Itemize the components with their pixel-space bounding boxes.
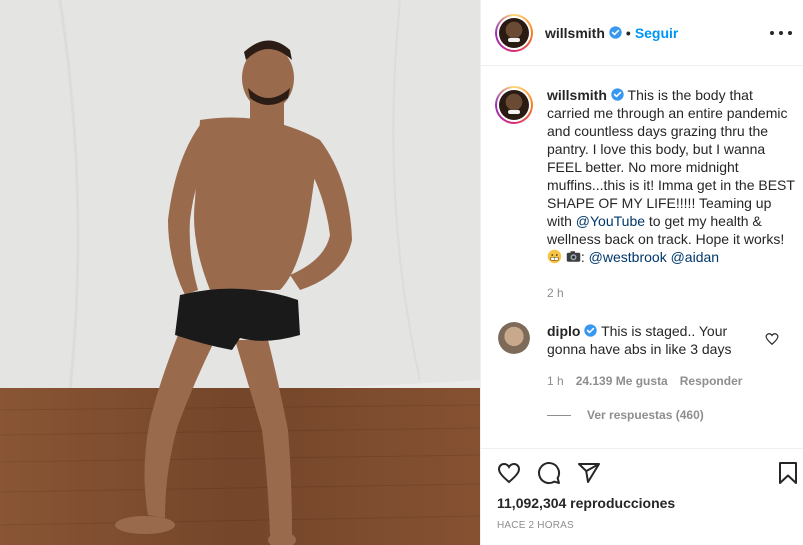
view-count[interactable]: 11,092,304 reproducciones xyxy=(497,495,675,511)
commenter-username[interactable]: diplo xyxy=(547,323,580,339)
comment-text: diplo This is staged.. Your gonna have a… xyxy=(547,322,757,358)
author-username[interactable]: willsmith xyxy=(545,25,605,41)
caption-text: willsmith This is the body that carried … xyxy=(547,86,795,266)
post-header: willsmith • Seguir xyxy=(481,0,803,66)
comment-likes[interactable]: 24.139 Me gusta xyxy=(576,374,668,388)
comment-item: diplo This is staged.. Your gonna have a… xyxy=(495,322,795,358)
camera-emoji-icon xyxy=(566,251,581,262)
caption-username[interactable]: willsmith xyxy=(547,87,607,103)
comments-section[interactable]: willsmith This is the body that carried … xyxy=(481,66,803,448)
profile-picture xyxy=(499,17,529,48)
share-icon[interactable] xyxy=(577,461,601,485)
verified-badge-icon xyxy=(584,324,598,337)
profile-picture xyxy=(499,90,529,120)
mention-aidan[interactable]: @aidan xyxy=(671,249,719,265)
mention-westbrook[interactable]: @westbrook xyxy=(589,249,667,265)
post-video[interactable] xyxy=(0,0,480,545)
heart-icon[interactable] xyxy=(497,461,521,485)
avatar[interactable] xyxy=(495,13,533,52)
post-sidebar: willsmith • Seguir willsmith This is the… xyxy=(480,0,803,545)
commenter-avatar[interactable] xyxy=(498,322,530,354)
bookmark-icon[interactable] xyxy=(776,461,800,485)
action-bar xyxy=(497,461,601,485)
post-actions: 11,092,304 reproducciones HACE 2 HORAS xyxy=(481,448,803,545)
more-options-icon[interactable] xyxy=(770,22,792,44)
heart-icon[interactable] xyxy=(765,332,779,346)
grin-emoji-icon xyxy=(547,249,562,264)
replies-divider xyxy=(547,414,571,416)
separator-dot: • xyxy=(625,24,631,41)
caption-avatar[interactable] xyxy=(495,86,533,124)
verified-badge-icon xyxy=(609,26,622,39)
mention-youtube[interactable]: @YouTube xyxy=(576,213,645,229)
comment-time[interactable]: 1 h xyxy=(547,374,564,388)
follow-button[interactable]: Seguir xyxy=(635,25,679,41)
post-timestamp[interactable]: HACE 2 HORAS xyxy=(497,520,574,531)
comment-icon[interactable] xyxy=(537,461,561,485)
comment-meta: 1 h 24.139 Me gusta Responder xyxy=(547,374,742,388)
reply-button[interactable]: Responder xyxy=(680,374,743,388)
view-replies-button[interactable]: Ver respuestas (460) xyxy=(547,408,704,422)
caption-time[interactable]: 2 h xyxy=(547,286,564,300)
post-photo xyxy=(0,0,480,545)
photo-credit-sep: : xyxy=(580,249,585,265)
caption-body: This is the body that carried me through… xyxy=(547,87,795,229)
verified-badge-icon xyxy=(611,88,624,101)
instagram-post: willsmith • Seguir willsmith This is the… xyxy=(0,0,803,545)
post-caption: willsmith This is the body that carried … xyxy=(495,86,795,266)
view-replies-label: Ver respuestas (460) xyxy=(587,408,704,422)
